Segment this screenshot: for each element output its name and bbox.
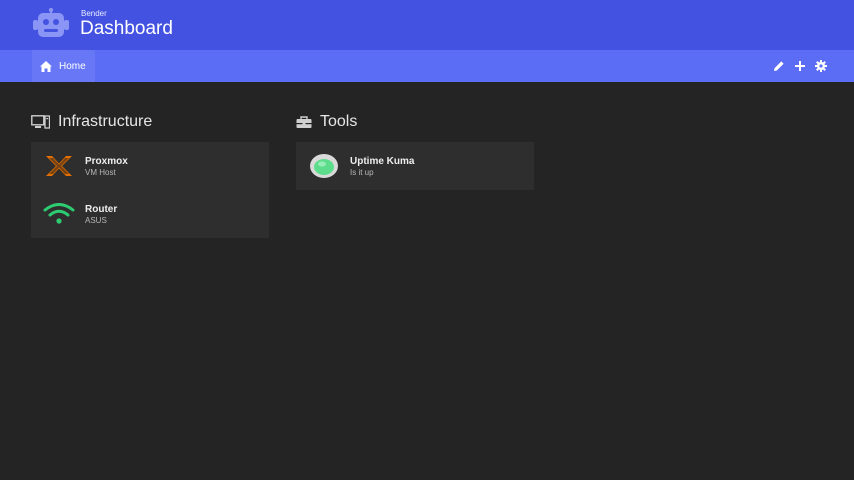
wifi-icon <box>43 200 75 228</box>
edit-icon[interactable] <box>773 60 785 72</box>
nav-home-tab[interactable]: Home <box>32 50 95 82</box>
card-list-tools: Uptime Kuma Is it up <box>296 142 534 190</box>
robot-icon[interactable] <box>31 8 71 40</box>
service-card-uptime-kuma[interactable]: Uptime Kuma Is it up <box>296 142 534 190</box>
gear-icon[interactable] <box>815 60 827 72</box>
add-icon[interactable] <box>794 60 806 72</box>
service-card-proxmox[interactable]: Proxmox VM Host <box>31 142 269 190</box>
toolbox-icon <box>296 115 312 129</box>
header: Bender Dashboard <box>0 0 854 50</box>
service-description: VM Host <box>85 168 116 177</box>
server-icon <box>31 115 50 129</box>
group-title: Tools <box>296 112 357 132</box>
home-icon <box>40 60 52 72</box>
service-name: Proxmox <box>85 156 128 167</box>
group-title-label: Infrastructure <box>58 113 153 130</box>
service-name: Router <box>85 204 118 215</box>
card-list-infrastructure: Proxmox VM Host Router ASUS <box>31 142 269 238</box>
group-title: Infrastructure <box>31 112 152 132</box>
group-infrastructure: Infrastructure <box>31 112 152 132</box>
group-tools: Tools <box>296 112 357 132</box>
page-title: Dashboard <box>80 18 173 39</box>
service-name: Uptime Kuma <box>350 156 415 167</box>
header-subtitle: Bender <box>81 9 107 18</box>
navbar: Home <box>0 50 854 82</box>
service-description: Is it up <box>350 168 374 177</box>
service-card-router[interactable]: Router ASUS <box>31 190 269 238</box>
proxmox-icon <box>43 152 75 180</box>
service-description: ASUS <box>85 216 107 225</box>
uptime-kuma-icon <box>308 152 340 180</box>
nav-actions <box>764 50 827 82</box>
nav-home-label: Home <box>59 60 86 72</box>
group-title-label: Tools <box>320 113 358 130</box>
